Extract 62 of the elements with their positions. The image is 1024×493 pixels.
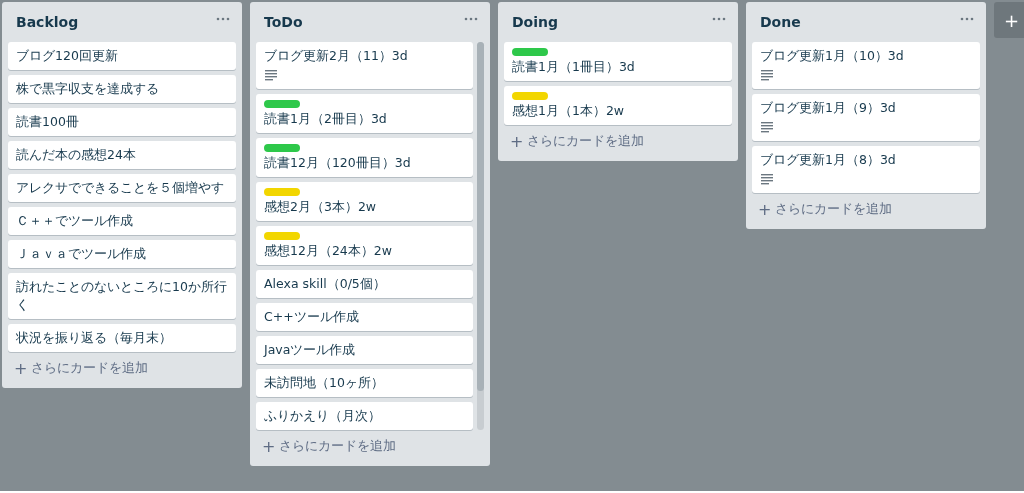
scrollbar[interactable] [477,42,484,430]
card[interactable]: 株で黒字収支を達成する [8,75,236,103]
card-title: Ｊａｖａでツール作成 [16,245,146,263]
card-title: C++ツール作成 [264,308,359,326]
card-title: 感想12月（24本）2w [264,242,392,260]
card-title: 読書100冊 [16,113,79,131]
card[interactable]: ブログ更新1月（8）3d [752,146,980,193]
card-title: 訪れたことのないところに10か所行く [16,278,228,314]
card[interactable]: Ｃ＋＋でツール作成 [8,207,236,235]
card-title: 読書12月（120冊目）3d [264,154,411,172]
card-title: ブログ更新1月（9）3d [760,99,896,117]
card-title: Alexa skill（0/5個） [264,275,386,293]
card[interactable]: 読書100冊 [8,108,236,136]
add-list-button[interactable]: + [994,2,1024,38]
card[interactable]: Alexa skill（0/5個） [256,270,473,298]
card[interactable]: ブログ120回更新 [8,42,236,70]
card-title: 読書1月（2冊目）3d [264,110,387,128]
card[interactable]: ブログ更新1月（9）3d [752,94,980,141]
card-title: ブログ120回更新 [16,47,118,65]
list-title: Backlog [16,14,79,30]
card[interactable]: ブログ更新2月（11）3d [256,42,473,89]
card-title: ふりかえり（月次） [264,407,381,425]
card[interactable]: Ｊａｖａでツール作成 [8,240,236,268]
card-title: アレクサでできることを５個増やす [16,179,224,197]
card[interactable]: 感想2月（3本）2w [256,182,473,221]
card-title: Ｃ＋＋でツール作成 [16,212,133,230]
card[interactable]: 感想12月（24本）2w [256,226,473,265]
add-card-button[interactable]: + さらにカードを追加 [504,125,732,157]
card[interactable]: 読書12月（120冊目）3d [256,138,473,177]
add-card-button[interactable]: + さらにカードを追加 [256,430,484,462]
card-title: ブログ更新2月（11）3d [264,47,408,65]
card[interactable]: ブログ更新1月（10）3d [752,42,980,89]
more-icon[interactable] [216,17,230,21]
card[interactable]: 感想1月（1本）2w [504,86,732,125]
card[interactable]: ふりかえり（月次） [256,402,473,430]
card[interactable]: アレクサでできることを５個増やす [8,174,236,202]
card-title: 未訪問地（10ヶ所） [264,374,384,392]
card[interactable]: 読書1月（1冊目）3d [504,42,732,81]
list-title: Done [760,14,801,30]
card[interactable]: 状況を振り返る（毎月末） [8,324,236,352]
card-title: 感想2月（3本）2w [264,198,377,216]
card-title: 読んだ本の感想24本 [16,146,136,164]
more-icon[interactable] [464,17,478,21]
card[interactable]: 読書1月（2冊目）3d [256,94,473,133]
list-title: Doing [512,14,559,30]
more-icon[interactable] [960,17,974,21]
card[interactable]: 未訪問地（10ヶ所） [256,369,473,397]
card[interactable]: 読んだ本の感想24本 [8,141,236,169]
card[interactable]: 訪れたことのないところに10か所行く [8,273,236,319]
more-icon[interactable] [712,17,726,21]
card-title: 感想1月（1本）2w [512,102,625,120]
add-card-button[interactable]: + さらにカードを追加 [8,352,236,384]
card-title: 株で黒字収支を達成する [16,80,159,98]
list-title: ToDo [264,14,303,30]
card-title: 読書1月（1冊目）3d [512,58,635,76]
card-title: Javaツール作成 [264,341,356,359]
card-title: ブログ更新1月（10）3d [760,47,904,65]
card-title: 状況を振り返る（毎月末） [16,329,172,347]
card-title: ブログ更新1月（8）3d [760,151,896,169]
card[interactable]: C++ツール作成 [256,303,473,331]
add-card-button[interactable]: + さらにカードを追加 [752,193,980,225]
card[interactable]: Javaツール作成 [256,336,473,364]
